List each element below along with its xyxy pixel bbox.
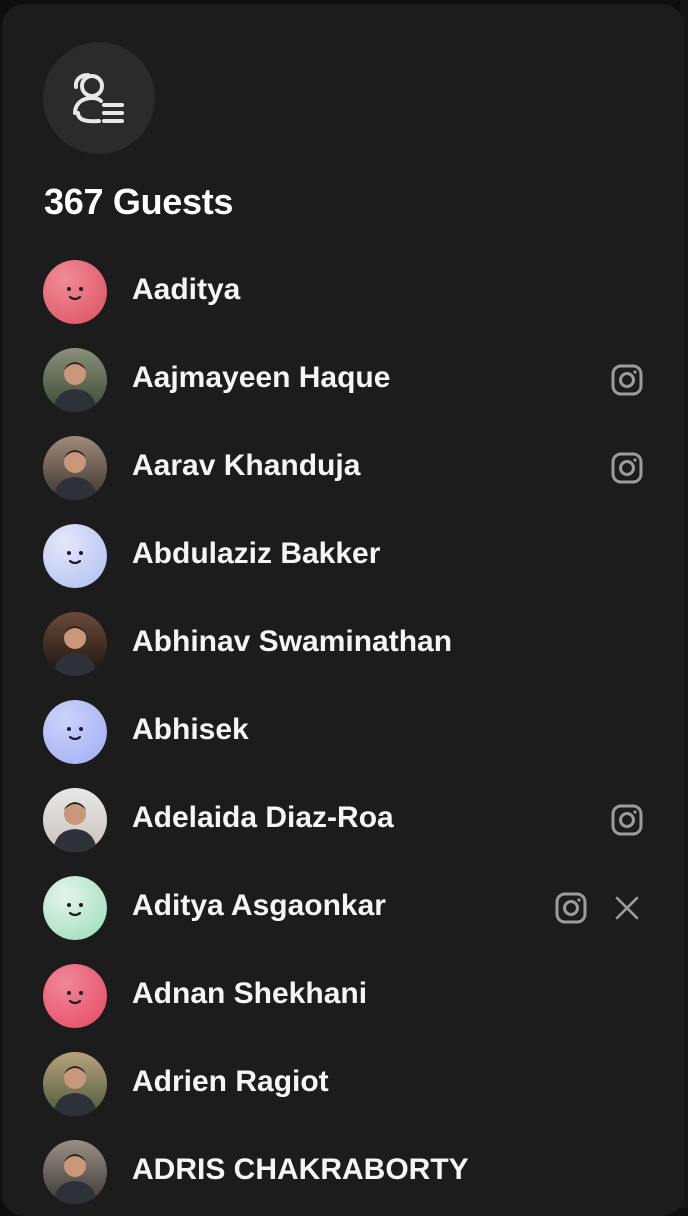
guest-row[interactable]: Aarav Khanduja	[2, 434, 684, 522]
guest-row[interactable]: Adrien Ragiot	[2, 1050, 684, 1138]
avatar[interactable]	[43, 260, 107, 324]
instagram-icon[interactable]	[609, 450, 645, 486]
guest-name[interactable]: Adelaida Diaz-Roa	[132, 801, 394, 835]
instagram-icon[interactable]	[609, 802, 645, 838]
avatar[interactable]	[43, 524, 107, 588]
guest-name[interactable]: Abhinav Swaminathan	[132, 625, 452, 659]
avatar[interactable]	[43, 788, 107, 852]
guest-row[interactable]: Abdulaziz Bakker	[2, 522, 684, 610]
guest-row[interactable]: Aajmayeen Haque	[2, 346, 684, 434]
avatar[interactable]	[43, 348, 107, 412]
guest-row[interactable]: Aditya Asgaonkar	[2, 874, 684, 962]
guest-name[interactable]: ADRIS CHAKRABORTY	[132, 1153, 469, 1187]
avatar[interactable]	[43, 1052, 107, 1116]
guest-name[interactable]: Abdulaziz Bakker	[132, 537, 380, 571]
guest-list-icon-badge	[43, 42, 155, 154]
guest-list-icon	[73, 73, 124, 124]
guest-row[interactable]: Abhinav Swaminathan	[2, 610, 684, 698]
guest-name[interactable]: Aarav Khanduja	[132, 449, 360, 483]
guest-name[interactable]: Aajmayeen Haque	[132, 361, 390, 395]
x-icon[interactable]	[609, 890, 645, 926]
instagram-icon[interactable]	[553, 890, 589, 926]
avatar[interactable]	[43, 436, 107, 500]
avatar[interactable]	[43, 964, 107, 1028]
avatar[interactable]	[43, 876, 107, 940]
instagram-icon[interactable]	[609, 362, 645, 398]
guest-row[interactable]: ADRIS CHAKRABORTY	[2, 1138, 684, 1216]
guest-name[interactable]: Aaditya	[132, 273, 240, 307]
guest-row[interactable]: Adnan Shekhani	[2, 962, 684, 1050]
guest-list: Aaditya Aajmayeen Haque Aarav Khanduja A…	[2, 258, 684, 1216]
avatar[interactable]	[43, 612, 107, 676]
guest-row[interactable]: Aaditya	[2, 258, 684, 346]
guest-name[interactable]: Adrien Ragiot	[132, 1065, 329, 1099]
guest-name[interactable]: Adnan Shekhani	[132, 977, 367, 1011]
guest-name[interactable]: Aditya Asgaonkar	[132, 889, 386, 923]
page-title: 367 Guests	[44, 181, 234, 222]
guest-list-panel: 367 Guests Aaditya Aajmayeen Haque Aarav…	[2, 4, 684, 1216]
guest-name[interactable]: Abhisek	[132, 713, 249, 747]
avatar[interactable]	[43, 700, 107, 764]
guest-row[interactable]: Adelaida Diaz-Roa	[2, 786, 684, 874]
avatar[interactable]	[43, 1140, 107, 1204]
guest-row[interactable]: Abhisek	[2, 698, 684, 786]
